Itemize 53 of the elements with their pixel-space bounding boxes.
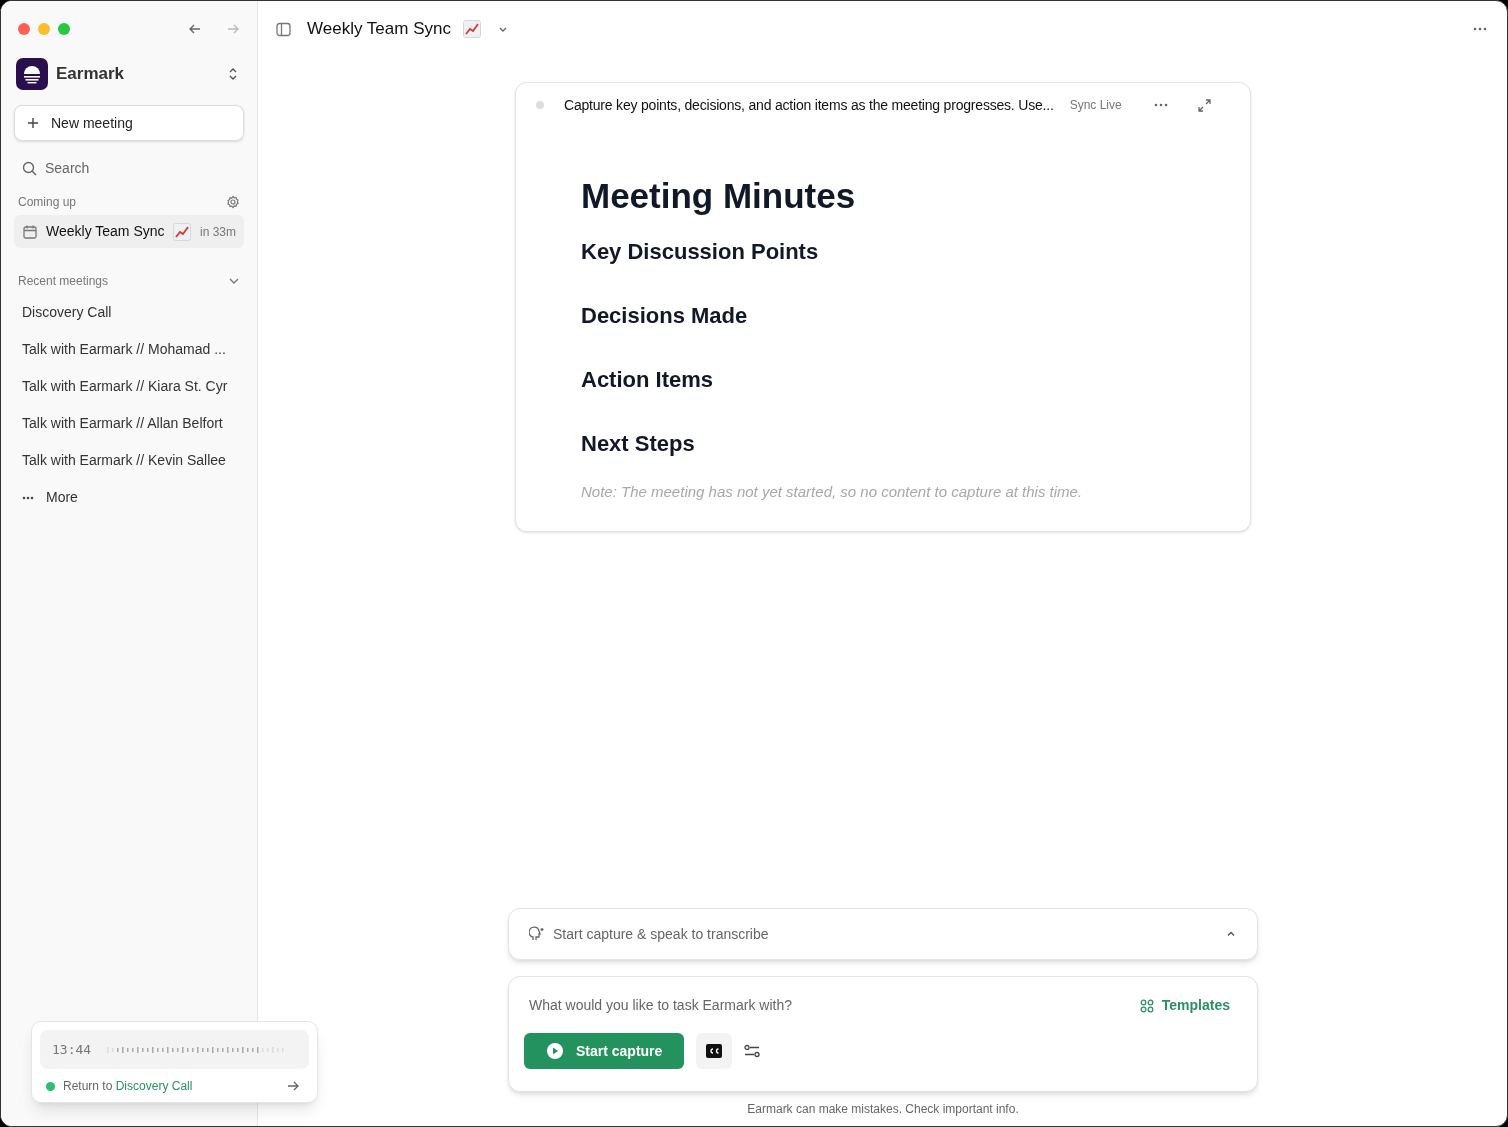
templates-button[interactable]: Templates (1139, 995, 1230, 1016)
meeting-list-item[interactable]: Talk with Earmark // Mohamad ... (14, 331, 244, 368)
meeting-list-item[interactable]: Talk with Earmark // Kiara St. Cyr (14, 368, 244, 405)
sidebar-toggle-icon[interactable] (276, 21, 291, 37)
search-icon (22, 160, 37, 176)
meeting-list-item[interactable]: Discovery Call (14, 294, 244, 331)
chart-emoji-icon (172, 222, 191, 241)
captions-icon (706, 1044, 723, 1058)
meeting-title: Weekly Team Sync (307, 18, 451, 41)
transcript-bar[interactable]: Start capture & speak to transcribe (508, 908, 1258, 960)
return-link[interactable]: Return to Discovery Call (63, 1077, 193, 1095)
section-heading: Action Items (581, 366, 715, 394)
captions-button[interactable] (696, 1033, 733, 1069)
template-instructions: Capture key points, decisions, and action items as the meeting progresses. Use... (564, 95, 1054, 115)
expand-icon[interactable] (1197, 98, 1211, 112)
recording-time: 13:44 (52, 1040, 92, 1059)
chevron-up-down-icon[interactable] (227, 66, 239, 82)
grid-circles-icon (1139, 998, 1154, 1013)
close-window-button[interactable] (18, 23, 30, 35)
start-capture-button[interactable]: Start capture (524, 1033, 685, 1069)
upcoming-meeting-item[interactable]: Weekly Team Sync in 33m (14, 215, 244, 248)
new-meeting-button[interactable]: New meeting (14, 105, 244, 141)
more-button[interactable]: More (14, 479, 244, 516)
search-field[interactable]: Search (45, 157, 225, 179)
back-arrow-icon[interactable] (188, 22, 202, 36)
disclaimer: Earmark can make mistakes. Check important info. (746, 1101, 1020, 1118)
more-options-icon[interactable] (1153, 103, 1168, 107)
workspace-name: Earmark (56, 63, 125, 86)
task-input[interactable]: What would you like to task Earmark with? (524, 995, 1140, 1016)
time-until: in 33m (199, 223, 236, 241)
meeting-list-item[interactable]: Talk with Earmark // Kevin Sallee (14, 442, 244, 479)
calendar-icon (22, 223, 38, 240)
section-heading: Next Steps (581, 430, 696, 458)
section-label: Recent meetings (18, 273, 109, 290)
ellipsis-icon (22, 495, 34, 500)
section-heading: Key Discussion Points (581, 238, 820, 266)
note-text: Note: The meeting has not yet started, so no content to capture at this time. (581, 482, 1084, 502)
speaking-head-icon (529, 926, 545, 942)
meeting-list-item[interactable]: Talk with Earmark // Allan Belfort (14, 405, 244, 442)
section-label: Coming up (18, 194, 77, 211)
section-heading: Decisions Made (581, 302, 749, 330)
play-icon (546, 1042, 564, 1060)
plus-icon (27, 117, 39, 129)
document-title: Meeting Minutes (581, 175, 857, 217)
chart-emoji-icon (462, 20, 481, 38)
app-logo (16, 58, 48, 90)
arrow-right-icon[interactable] (287, 1080, 299, 1092)
transcript-hint: Start capture & speak to transcribe (553, 924, 769, 944)
sync-live-label: Sync Live (1069, 97, 1122, 114)
more-options-icon[interactable] (1473, 27, 1487, 31)
settings-sliders-icon[interactable] (744, 1044, 761, 1058)
settings-icon[interactable] (226, 195, 240, 209)
meeting-title: Weekly Team Sync (46, 222, 165, 241)
